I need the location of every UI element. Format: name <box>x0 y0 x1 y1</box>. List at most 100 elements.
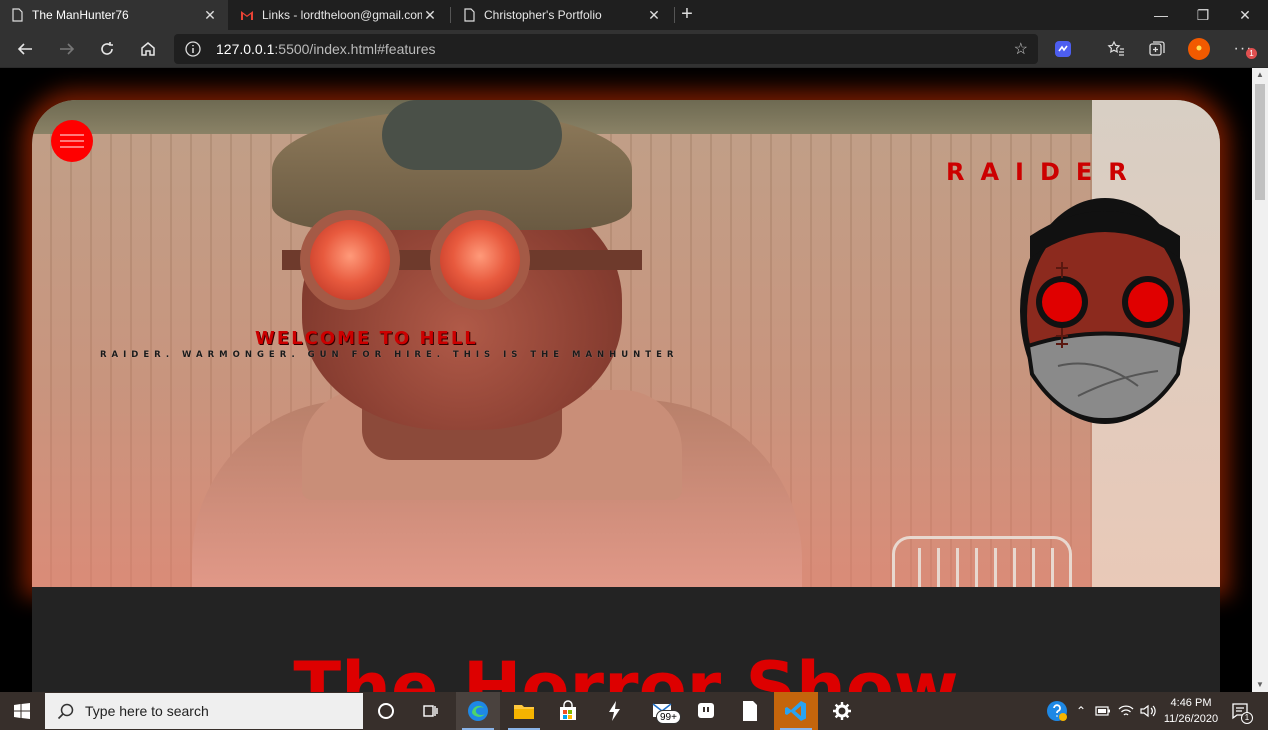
mail-badge: 99+ <box>656 710 681 724</box>
back-button[interactable] <box>12 36 38 62</box>
menu-line <box>60 140 84 142</box>
close-window-button[interactable]: ✕ <box>1224 0 1266 30</box>
tab-gmail-links[interactable]: Links - lordtheloon@gmail.com ✕ <box>230 0 448 30</box>
forward-arrow-icon <box>60 43 75 55</box>
gear-icon <box>833 702 851 720</box>
hamburger-menu-button[interactable] <box>51 120 93 162</box>
url-host: 127.0.0.1 <box>216 41 275 57</box>
forward-button[interactable] <box>54 36 80 62</box>
page-icon <box>12 8 23 22</box>
close-tab-icon[interactable]: ✕ <box>202 7 218 24</box>
windows-taskbar: Type here to search 99+ ⌃ 4:46 PM 11/26/… <box>0 692 1268 730</box>
scroll-down-arrow-icon[interactable]: ▼ <box>1252 678 1268 692</box>
page-icon <box>464 8 475 22</box>
taskbar-settings[interactable] <box>820 692 864 730</box>
cortana-button[interactable] <box>364 692 408 730</box>
minimize-button[interactable]: — <box>1140 0 1182 30</box>
bolt-app-icon <box>609 701 620 721</box>
scroll-thumb[interactable] <box>1255 84 1265 200</box>
update-badge: 1 <box>1246 48 1257 59</box>
tab-separator <box>450 7 451 23</box>
url-text: 127.0.0.1:5500/index.html#features <box>216 41 436 57</box>
scroll-up-arrow-icon[interactable]: ▲ <box>1252 68 1268 82</box>
favorites-icon[interactable] <box>1105 38 1127 60</box>
battery-graphic <box>1095 706 1110 716</box>
taskbar-mail[interactable]: 99+ <box>640 692 684 730</box>
collections-graphic <box>1149 41 1165 56</box>
address-bar[interactable]: 127.0.0.1:5500/index.html#features ☆ <box>174 34 1038 64</box>
extension-icon-graphic <box>1055 41 1071 57</box>
folder-icon <box>514 705 534 719</box>
gmail-icon <box>241 11 253 20</box>
cortana-circle-icon <box>378 703 394 719</box>
right-goggle-lens <box>430 210 530 310</box>
notification-center-button[interactable]: 1 <box>1228 692 1253 730</box>
favorite-star-icon[interactable]: ☆ <box>1014 39 1028 59</box>
profile-avatar[interactable] <box>1188 38 1210 60</box>
brand-title: RAIDER <box>946 158 1143 186</box>
refresh-icon <box>101 42 113 55</box>
restore-button[interactable]: ❐ <box>1182 0 1224 30</box>
section-title: The Horror Show <box>293 647 959 692</box>
vscode-icon <box>785 701 806 721</box>
help-tray-icon[interactable] <box>1044 692 1070 730</box>
task-view-button[interactable] <box>408 692 452 730</box>
info-icon[interactable] <box>184 40 202 58</box>
refresh-button[interactable] <box>94 36 120 62</box>
taskbar-file-explorer[interactable] <box>502 692 546 730</box>
navigation-bar: 127.0.0.1:5500/index.html#features ☆ ···… <box>0 30 1268 68</box>
bed-rails <box>902 548 1062 587</box>
menu-line <box>60 134 84 136</box>
close-tab-icon[interactable]: ✕ <box>422 7 438 24</box>
taskbar-twitch[interactable] <box>684 692 728 730</box>
taskbar-vscode[interactable] <box>774 692 818 730</box>
system-clock[interactable]: 4:46 PM 11/26/2020 <box>1160 695 1222 727</box>
wifi-icon[interactable] <box>1116 692 1136 730</box>
favorites-list-icon <box>1107 40 1124 56</box>
notification-count: 1 <box>1241 712 1253 724</box>
vertical-scrollbar[interactable]: ▲ ▼ <box>1252 68 1268 692</box>
tab-title: Links - lordtheloon@gmail.com <box>262 8 422 22</box>
help-icon <box>1047 701 1067 721</box>
clock-date: 11/26/2020 <box>1163 713 1219 725</box>
search-icon <box>57 703 74 720</box>
horror-show-section: The Horror Show <box>32 587 1220 692</box>
tab-manhunter[interactable]: The ManHunter76 ✕ <box>0 0 228 30</box>
twitch-icon <box>698 703 714 718</box>
taskbar-app-bolt[interactable] <box>592 692 636 730</box>
profile-icon <box>1188 38 1210 60</box>
menu-line <box>60 146 84 148</box>
edge-icon <box>468 701 488 721</box>
start-button[interactable] <box>0 692 44 730</box>
tab-title: Christopher's Portfolio <box>484 8 602 22</box>
top-goggles <box>382 100 562 170</box>
taskbar-store[interactable] <box>546 692 590 730</box>
document-icon <box>743 701 757 721</box>
tab-separator <box>674 7 675 23</box>
store-bag-icon <box>560 700 576 720</box>
home-button[interactable] <box>135 36 161 62</box>
task-view-icon <box>423 705 438 717</box>
taskbar-notepad[interactable] <box>728 692 772 730</box>
url-path: :5500/index.html#features <box>274 41 436 57</box>
battery-icon[interactable] <box>1094 692 1112 730</box>
close-tab-icon[interactable]: ✕ <box>646 7 662 24</box>
search-placeholder: Type here to search <box>85 703 209 719</box>
new-tab-button[interactable]: + <box>676 4 698 26</box>
ceiling-beam <box>32 100 1220 134</box>
tab-title: The ManHunter76 <box>32 8 129 22</box>
speaker-graphic <box>1140 704 1156 718</box>
welcome-subtitle: RAIDER. WARMONGER. GUN FOR HIRE. THIS IS… <box>100 350 679 360</box>
welcome-heading: WELCOME TO HELL <box>255 328 478 349</box>
volume-icon[interactable] <box>1138 692 1158 730</box>
tray-overflow-chevron-icon[interactable]: ⌃ <box>1072 692 1090 730</box>
tab-portfolio[interactable]: Christopher's Portfolio ✕ <box>452 0 672 30</box>
wifi-graphic <box>1118 705 1134 716</box>
collections-icon[interactable] <box>1146 38 1168 60</box>
taskbar-edge[interactable] <box>456 692 500 730</box>
windows-logo-icon <box>14 703 30 719</box>
extension-icon[interactable] <box>1052 38 1074 60</box>
settings-more-button[interactable]: ··· 1 <box>1232 38 1257 60</box>
raider-mask-icon <box>1020 198 1190 424</box>
taskbar-search-box[interactable]: Type here to search <box>45 693 363 729</box>
